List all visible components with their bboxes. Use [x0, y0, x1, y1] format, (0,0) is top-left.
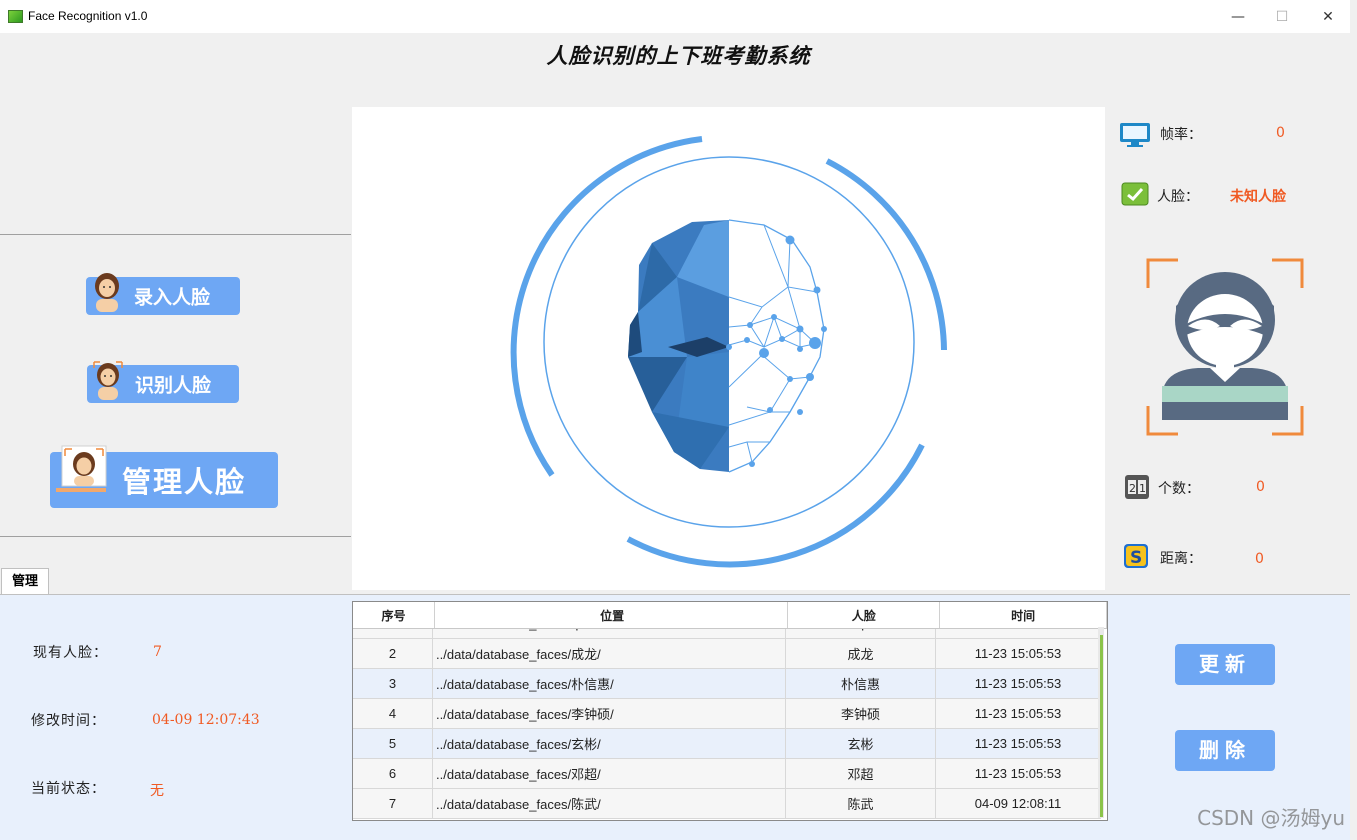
woman-avatar-icon — [92, 360, 124, 400]
faces-count-value: 7 — [153, 644, 162, 660]
distance-label: 距离： — [1160, 551, 1202, 567]
cell-time: 11-23 15:12:09 — [935, 629, 1101, 639]
table-header-row: 序号 位置 人脸 时间 — [353, 602, 1107, 629]
page-title: 人脸识别的上下班考勤系统 — [546, 43, 811, 68]
face-value: 未知人脸 — [1230, 189, 1286, 205]
cell-index: 5 — [353, 728, 433, 759]
enroll-face-label: 录入人脸 — [134, 286, 211, 309]
svg-text:1: 1 — [1139, 482, 1146, 495]
face-scan-illustration — [510, 136, 947, 568]
cell-time: 11-23 15:05:53 — [935, 728, 1101, 759]
modified-time-label: 修改时间： — [31, 713, 106, 729]
table-row[interactable]: 2 ../data/database_faces/成龙/成龙 11-23 15:05… — [353, 638, 1101, 669]
divider-top — [0, 234, 351, 235]
cell-path: ../data/database_faces/陈武/ — [432, 788, 786, 819]
distance-s-icon: S — [1123, 543, 1149, 573]
recognize-face-button[interactable]: 识别人脸 — [87, 361, 239, 403]
maximize-button[interactable]: ☐ — [1262, 4, 1302, 30]
faces-count-label: 现有人脸： — [33, 645, 108, 661]
cell-path: ../data/database_faces/玄彬/ — [432, 728, 786, 759]
table-row[interactable]: 6 ../data/database_faces/邓超/邓超 11-23 15:05… — [353, 758, 1101, 789]
cell-path: ../data/database_faces/李钟硕/ — [432, 698, 786, 729]
app-icon — [8, 10, 23, 23]
watermark: CSDN @汤姆yu — [1197, 806, 1345, 830]
close-button[interactable]: ✕ — [1308, 4, 1348, 30]
table-row[interactable]: 7 ../data/database_faces/陈武/陈武 04-09 12:08… — [353, 788, 1101, 819]
cell-time: 04-09 12:08:11 — [935, 788, 1101, 819]
svg-text:2: 2 — [1129, 482, 1136, 495]
svg-text:S: S — [1130, 548, 1142, 568]
cell-face: 玄彬 — [785, 728, 936, 759]
minimize-button[interactable]: — — [1218, 4, 1258, 30]
distance-value: 0 — [1255, 551, 1264, 567]
col-header-path[interactable]: 位置 — [434, 602, 789, 629]
count-label: 个数： — [1158, 481, 1200, 497]
table-row[interactable]: 4 ../data/database_faces/李钟硕/李钟硕 11-23 15:… — [353, 698, 1101, 729]
count-value: 0 — [1256, 479, 1265, 495]
current-status-label: 当前状态： — [31, 781, 106, 797]
cell-path: ../data/database_faces/q/ — [432, 629, 786, 639]
camera-view — [352, 107, 1105, 590]
woman-at-laptop-icon — [54, 444, 108, 502]
table-row[interactable]: 1../data/database_faces/q/q11-23 15:12:0… — [353, 629, 1101, 639]
window-title: Face Recognition v1.0 — [28, 9, 148, 23]
woman-avatar-icon — [92, 272, 122, 312]
fps-label: 帧率： — [1160, 127, 1202, 143]
cell-face: q — [785, 629, 936, 639]
col-header-face[interactable]: 人脸 — [787, 602, 941, 629]
cell-index: 1 — [353, 629, 433, 639]
manage-face-label: 管理人脸 — [122, 465, 247, 499]
cell-path: ../data/database_faces/朴信惠/ — [432, 668, 786, 699]
cell-time: 11-23 15:05:53 — [935, 758, 1101, 789]
recognize-face-label: 识别人脸 — [135, 374, 212, 397]
unknown-person-icon — [1146, 258, 1304, 442]
table-row[interactable]: 5 ../data/database_faces/玄彬/玄彬 11-23 15:05… — [353, 728, 1101, 759]
cell-time: 11-23 15:05:53 — [935, 668, 1101, 699]
cell-index: 4 — [353, 698, 433, 729]
cell-path: ../data/database_faces/邓超/ — [432, 758, 786, 789]
current-status-value: 无 — [150, 783, 164, 799]
faces-table[interactable]: 序号 位置 人脸 时间 1../data/database_faces/q/q1… — [352, 601, 1108, 821]
table-row[interactable]: 3 ../data/database_faces/朴信惠/朴信惠 11-23 15:… — [353, 668, 1101, 699]
cell-path: ../data/database_faces/成龙/ — [432, 638, 786, 669]
cell-index: 7 — [353, 788, 433, 819]
cell-face: 邓超 — [785, 758, 936, 789]
cell-index: 3 — [353, 668, 433, 699]
update-button[interactable]: 更新 — [1175, 644, 1275, 685]
window-titlebar: Face Recognition v1.0 — ☐ ✕ — [0, 0, 1350, 33]
cell-time: 11-23 15:05:53 — [935, 698, 1101, 729]
fps-value: 0 — [1276, 125, 1285, 141]
col-header-time[interactable]: 时间 — [939, 602, 1107, 629]
table-body-viewport[interactable]: 1../data/database_faces/q/q11-23 15:12:0… — [353, 629, 1107, 820]
cell-index: 6 — [353, 758, 433, 789]
cell-face: 朴信惠 — [785, 668, 936, 699]
face-check-icon — [1121, 180, 1149, 212]
col-header-index[interactable]: 序号 — [353, 602, 435, 629]
delete-button[interactable]: 删除 — [1175, 730, 1275, 771]
modified-time-value: 04-09 12:07:43 — [152, 712, 260, 728]
counter-icon: 21 — [1124, 474, 1150, 504]
cell-face: 成龙 — [785, 638, 936, 669]
enroll-face-button[interactable]: 录入人脸 — [86, 273, 240, 315]
cell-face: 陈武 — [785, 788, 936, 819]
table-scrollbar-thumb[interactable] — [1100, 635, 1103, 817]
cell-index: 2 — [353, 638, 433, 669]
tab-manage[interactable]: 管理 — [1, 568, 49, 595]
monitor-icon — [1119, 122, 1151, 152]
cell-time: 11-23 15:05:53 — [935, 638, 1101, 669]
manage-face-button[interactable]: 管理人脸 — [50, 445, 278, 508]
divider-bottom — [0, 536, 351, 537]
cell-face: 李钟硕 — [785, 698, 936, 729]
face-label: 人脸： — [1157, 189, 1199, 205]
